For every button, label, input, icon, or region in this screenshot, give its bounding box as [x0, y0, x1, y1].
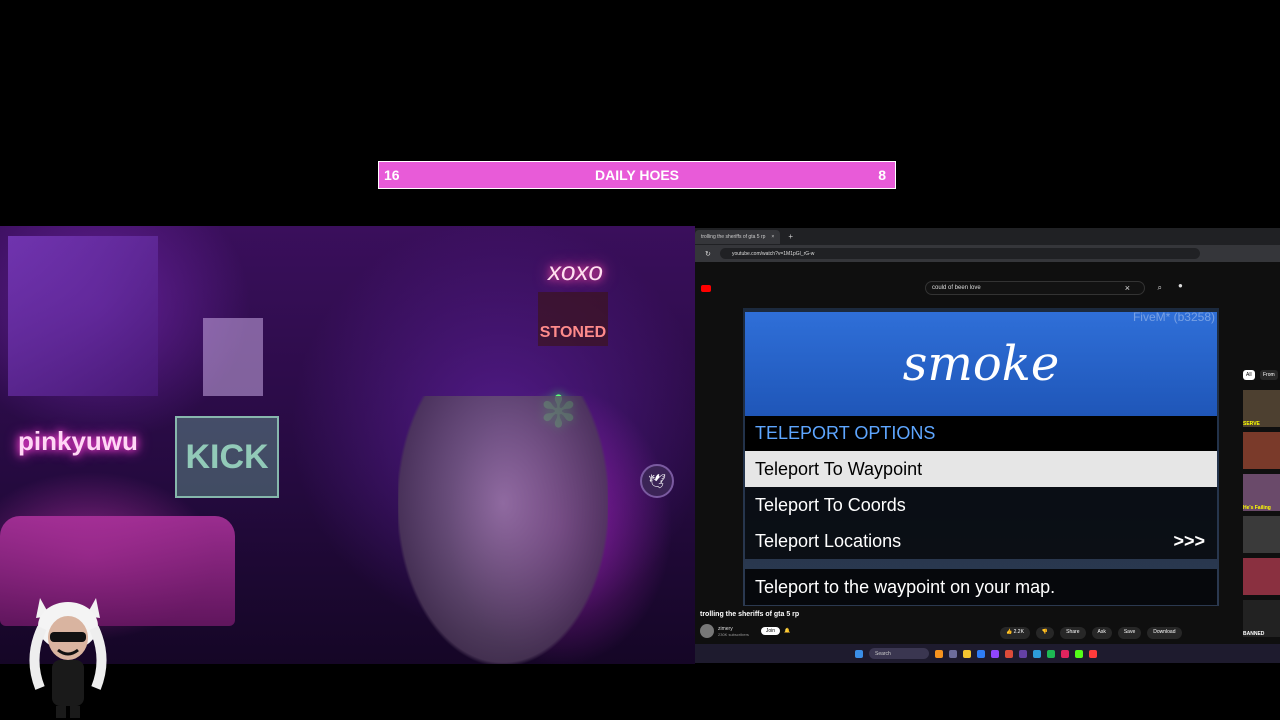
- menu-item-label: Teleport To Waypoint: [755, 458, 923, 479]
- fivem-watermark: FiveM* (b3258): [1132, 310, 1215, 324]
- search-icon[interactable]: ⌕: [1158, 283, 1162, 293]
- recommendations-sidebar: All From SERVE He's Failing BANNED: [1240, 308, 1280, 638]
- search-input[interactable]: could of been love × ⌕: [925, 281, 1162, 295]
- tab-close-icon[interactable]: ×: [771, 234, 774, 240]
- search-query: could of been love: [932, 285, 981, 291]
- video-title: trolling the sheriffs of gta 5 rp: [700, 611, 800, 618]
- wall-art: [8, 236, 158, 396]
- bird-badge-icon: 🕊: [640, 464, 674, 498]
- taskbar-app-icon[interactable]: [1061, 649, 1069, 658]
- menu-item-teleport-locations: Teleport Locations >>>: [745, 523, 1217, 559]
- taskbar-app-icon[interactable]: [977, 649, 985, 658]
- daily-counter-bar: 16 DAILY HOES 8: [378, 161, 896, 189]
- menu-subtitle: TELEPORT OPTIONS: [745, 416, 1217, 451]
- menu-item-teleport-waypoint: Teleport To Waypoint: [745, 451, 1217, 487]
- recommended-video-thumb[interactable]: SERVE: [1243, 390, 1280, 427]
- counter-left-value: 16: [384, 167, 400, 183]
- url-text: youtube.com/watch?v=1M1pGl_rG-w: [732, 250, 815, 257]
- menu-item-label: Teleport Locations: [755, 530, 902, 551]
- bell-icon[interactable]: 🔔: [784, 628, 790, 634]
- browser-window: trolling the sheriffs of gta 5 rp × + ↻ …: [695, 228, 1280, 663]
- neon-sign-stoned: STONED: [538, 292, 608, 346]
- taskbar-app-icon[interactable]: [991, 649, 999, 658]
- video-player[interactable]: smoke FiveM* (b3258) TELEPORT OPTIONS Te…: [743, 308, 1219, 606]
- like-count: 2.2K: [1013, 629, 1024, 635]
- streamer-avatar: [29, 598, 107, 718]
- chrome-icon[interactable]: [1005, 649, 1013, 658]
- taskbar-app-icon[interactable]: [1033, 649, 1041, 658]
- start-icon[interactable]: [855, 649, 863, 658]
- submenu-arrow-icon: >>>: [1173, 530, 1205, 551]
- subscriber-count: 230K subscribers: [718, 631, 749, 637]
- reload-icon[interactable]: ↻: [705, 250, 711, 258]
- spotify-icon[interactable]: [1047, 649, 1055, 658]
- taskbar-app-icon[interactable]: [1019, 649, 1027, 658]
- address-bar-row: ↻ youtube.com/watch?v=1M1pGl_rG-w: [695, 245, 1280, 262]
- tab-bar: trolling the sheriffs of gta 5 rp × +: [695, 228, 1280, 245]
- neon-sign-pinkyuwu: pinkyuwu: [18, 426, 138, 456]
- menu-item-teleport-coords: Teleport To Coords: [745, 487, 1217, 523]
- wall-poster: [203, 318, 263, 396]
- menu-header: smoke: [745, 312, 1217, 416]
- new-tab-button[interactable]: +: [788, 232, 793, 241]
- join-button[interactable]: Join: [760, 627, 781, 635]
- taskbar-search-label: Search: [875, 650, 891, 657]
- youtube-header: could of been love × ⌕ ●: [695, 278, 1280, 298]
- taskbar-app-icon[interactable]: [935, 649, 943, 658]
- taskbar-app-icon[interactable]: [1075, 649, 1083, 658]
- ask-button[interactable]: Ask: [1091, 627, 1112, 639]
- clear-search-icon[interactable]: ×: [1125, 283, 1130, 293]
- taskbar-search[interactable]: Search: [869, 648, 929, 659]
- recommended-video-thumb[interactable]: [1243, 432, 1280, 469]
- recommended-video-thumb[interactable]: He's Failing: [1243, 474, 1280, 511]
- stoned-text: STONED: [539, 324, 607, 341]
- windows-taskbar: Search: [695, 644, 1280, 663]
- recommended-video-thumb[interactable]: [1243, 558, 1280, 595]
- neon-sign-xoxo: xoxo: [548, 256, 603, 286]
- counter-right-value: 8: [878, 167, 886, 183]
- youtube-logo-icon[interactable]: [701, 284, 711, 292]
- menu-item-label: Teleport To Coords: [755, 494, 906, 515]
- kick-sign: KICK: [175, 416, 279, 498]
- channel-avatar[interactable]: [700, 624, 714, 638]
- address-bar[interactable]: youtube.com/watch?v=1M1pGl_rG-w: [720, 248, 1200, 259]
- menu-description: Teleport to the waypoint on your map.: [745, 569, 1217, 605]
- streamer-silhouette: [398, 396, 608, 664]
- video-actions: 👍 2.2K 👎 Share Ask Save Download: [1000, 627, 1280, 639]
- channel-row: zimery 230K subscribers Join 🔔: [700, 624, 840, 638]
- taskbar-app-icon[interactable]: [1089, 649, 1097, 658]
- recommended-video-thumb[interactable]: [1243, 516, 1280, 553]
- tab-title: trolling the sheriffs of gta 5 rp: [701, 233, 766, 240]
- microphone-icon[interactable]: ●: [1178, 281, 1183, 290]
- taskbar-app-icon[interactable]: [949, 649, 957, 658]
- share-button[interactable]: Share: [1060, 627, 1086, 639]
- folder-icon[interactable]: [963, 649, 971, 658]
- chip-all[interactable]: All: [1243, 370, 1255, 380]
- browser-tab[interactable]: trolling the sheriffs of gta 5 rp ×: [695, 229, 781, 244]
- chip-from[interactable]: From: [1260, 370, 1278, 380]
- save-button[interactable]: Save: [1117, 627, 1142, 639]
- dislike-button[interactable]: 👎: [1035, 627, 1055, 639]
- like-button[interactable]: 👍 2.2K: [1000, 627, 1030, 639]
- download-button[interactable]: Download: [1147, 627, 1182, 639]
- counter-title: DAILY HOES: [594, 167, 680, 183]
